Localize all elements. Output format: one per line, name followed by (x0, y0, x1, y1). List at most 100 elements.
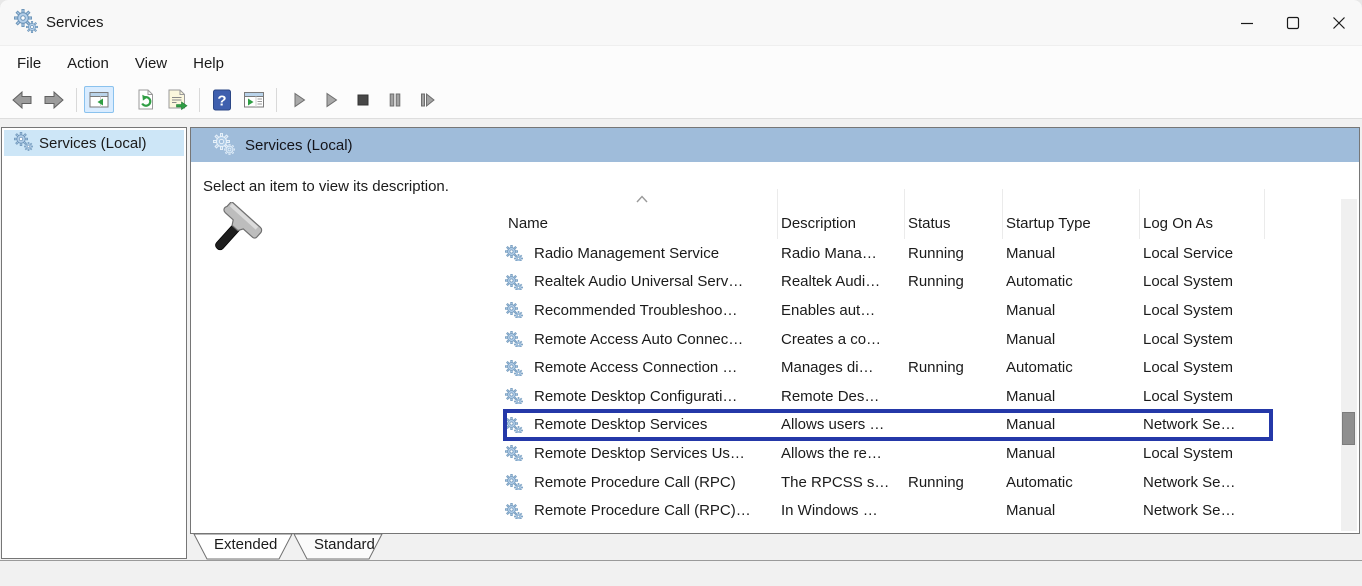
svg-text:?: ? (217, 92, 226, 109)
table-row[interactable]: Remote Procedure Call (RPC)The RPCSS s…R… (495, 468, 1339, 497)
column-header-status[interactable]: Status (905, 189, 1003, 239)
toolbar: ? (0, 81, 1362, 119)
service-startup-type-cell: Manual (1003, 445, 1140, 462)
export-list-button[interactable] (162, 86, 192, 113)
table-row[interactable]: Remote Procedure Call (RPC)…In Windows …… (495, 496, 1339, 525)
service-startup-type-cell: Manual (1003, 302, 1140, 319)
show-properties-button[interactable] (239, 86, 269, 113)
service-logon-cell: Local System (1140, 388, 1265, 405)
services-gear-icon (213, 133, 233, 158)
menu-help[interactable]: Help (180, 46, 237, 81)
service-startup-type-cell: Manual (1003, 416, 1140, 433)
service-logon-cell: Network Se… (1140, 416, 1265, 433)
services-pane-body: Select an item to view its description. … (191, 162, 1359, 533)
hammer-icon (205, 202, 269, 264)
service-logon-cell: Local Service (1140, 245, 1265, 262)
properties-window-icon (242, 88, 266, 112)
tab-extended[interactable]: Extended (214, 536, 277, 553)
service-startup-type-cell: Automatic (1003, 273, 1140, 290)
service-gear-icon (505, 445, 531, 461)
menubar: File Action View Help (0, 46, 1362, 81)
restart-service-button[interactable] (412, 86, 442, 113)
services-gear-icon (14, 132, 31, 154)
bottom-tabs: Extended Standard (190, 534, 1360, 560)
service-gear-icon (505, 331, 531, 347)
menu-file[interactable]: File (4, 46, 54, 81)
maximize-icon (1286, 16, 1300, 30)
close-icon (1332, 16, 1346, 30)
services-list-panel: NameDescriptionStatusStartup TypeLog On … (495, 189, 1357, 531)
table-row[interactable]: Remote Desktop Services Us…Allows the re… (495, 439, 1339, 468)
toolbar-group-1 (6, 86, 70, 113)
table-row[interactable]: Radio Management ServiceRadio Mana…Runni… (495, 239, 1339, 268)
resume-service-button[interactable] (316, 86, 346, 113)
console-tree-panel: Services (Local) (1, 127, 187, 559)
back-button[interactable] (7, 86, 37, 113)
help-button[interactable]: ? (207, 86, 237, 113)
service-logon-cell: Network Se… (1140, 474, 1265, 491)
titlebar: Services (0, 0, 1362, 46)
service-gear-icon (505, 302, 531, 318)
resume-icon (319, 88, 343, 112)
service-description-cell: Allows the re… (778, 445, 905, 462)
service-startup-type-cell: Manual (1003, 331, 1140, 348)
toolbar-group-4 (283, 86, 443, 113)
table-row[interactable]: Remote Desktop ServicesAllows users …Man… (495, 411, 1339, 440)
vertical-scrollbar[interactable] (1341, 199, 1357, 531)
service-startup-type-cell: Automatic (1003, 474, 1140, 491)
forward-button[interactable] (39, 86, 69, 113)
services-rows: Radio Management ServiceRadio Mana…Runni… (495, 239, 1339, 531)
service-description-cell: Manages di… (778, 359, 905, 376)
services-app-icon (14, 9, 36, 36)
console-tree-icon (87, 88, 111, 112)
service-gear-icon (505, 245, 531, 261)
menu-action[interactable]: Action (54, 46, 122, 81)
table-row[interactable]: Remote Access Connection …Manages di…Run… (495, 353, 1339, 382)
service-description-cell: Radio Mana… (778, 245, 905, 262)
service-name-cell: Remote Procedure Call (RPC)… (531, 502, 778, 519)
service-gear-icon (505, 474, 531, 490)
services-table-header: NameDescriptionStatusStartup TypeLog On … (495, 189, 1357, 239)
service-gear-icon (505, 360, 531, 376)
close-button[interactable] (1316, 0, 1362, 45)
description-prompt: Select an item to view its description. (203, 178, 449, 195)
table-row[interactable]: Remote Desktop Configurati…Remote Des…Ma… (495, 382, 1339, 411)
toolbar-group-3: ? (206, 86, 270, 113)
main-column: Services (Local) Select an item to view … (190, 127, 1360, 585)
window-controls (1224, 0, 1362, 45)
status-strip (0, 560, 1362, 586)
menu-view[interactable]: View (122, 46, 180, 81)
refresh-button[interactable] (130, 86, 160, 113)
service-name-cell: Realtek Audio Universal Serv… (531, 273, 778, 290)
service-name-cell: Remote Access Connection … (531, 359, 778, 376)
sidebar-item-services-local[interactable]: Services (Local) (4, 130, 184, 156)
table-row[interactable]: Recommended Troubleshoo…Enables aut…Manu… (495, 296, 1339, 325)
column-header-startup-type[interactable]: Startup Type (1003, 189, 1140, 239)
table-row[interactable]: Remote RegistryEnables rem…DisabledLocal… (495, 525, 1339, 531)
start-service-button[interactable] (284, 86, 314, 113)
column-header-description[interactable]: Description (778, 189, 905, 239)
show-console-tree-button[interactable] (84, 86, 114, 113)
pause-icon (383, 88, 407, 112)
services-pane: Services (Local) Select an item to view … (190, 127, 1360, 534)
service-status-cell: Running (905, 273, 1003, 290)
minimize-button[interactable] (1224, 0, 1270, 45)
maximize-button[interactable] (1270, 0, 1316, 45)
sort-ascending-icon[interactable] (635, 195, 649, 203)
tab-standard[interactable]: Standard (314, 536, 375, 553)
column-header-log-on-as[interactable]: Log On As (1140, 189, 1265, 239)
content-area: Services (Local) Services (Local) Select… (0, 119, 1362, 586)
service-description-cell: Creates a co… (778, 331, 905, 348)
stop-service-button[interactable] (348, 86, 378, 113)
pane-header-title: Services (Local) (245, 137, 353, 154)
service-description-cell: Realtek Audi… (778, 273, 905, 290)
table-row[interactable]: Remote Access Auto Connec…Creates a co…M… (495, 325, 1339, 354)
help-icon: ? (210, 88, 234, 112)
service-description-cell: Allows users … (778, 416, 905, 433)
services-pane-header: Services (Local) (191, 128, 1359, 162)
pause-service-button[interactable] (380, 86, 410, 113)
table-row[interactable]: Realtek Audio Universal Serv…Realtek Aud… (495, 268, 1339, 297)
scrollbar-thumb[interactable] (1342, 412, 1355, 445)
service-status-cell: Running (905, 474, 1003, 491)
sidebar-item-label: Services (Local) (39, 135, 147, 152)
